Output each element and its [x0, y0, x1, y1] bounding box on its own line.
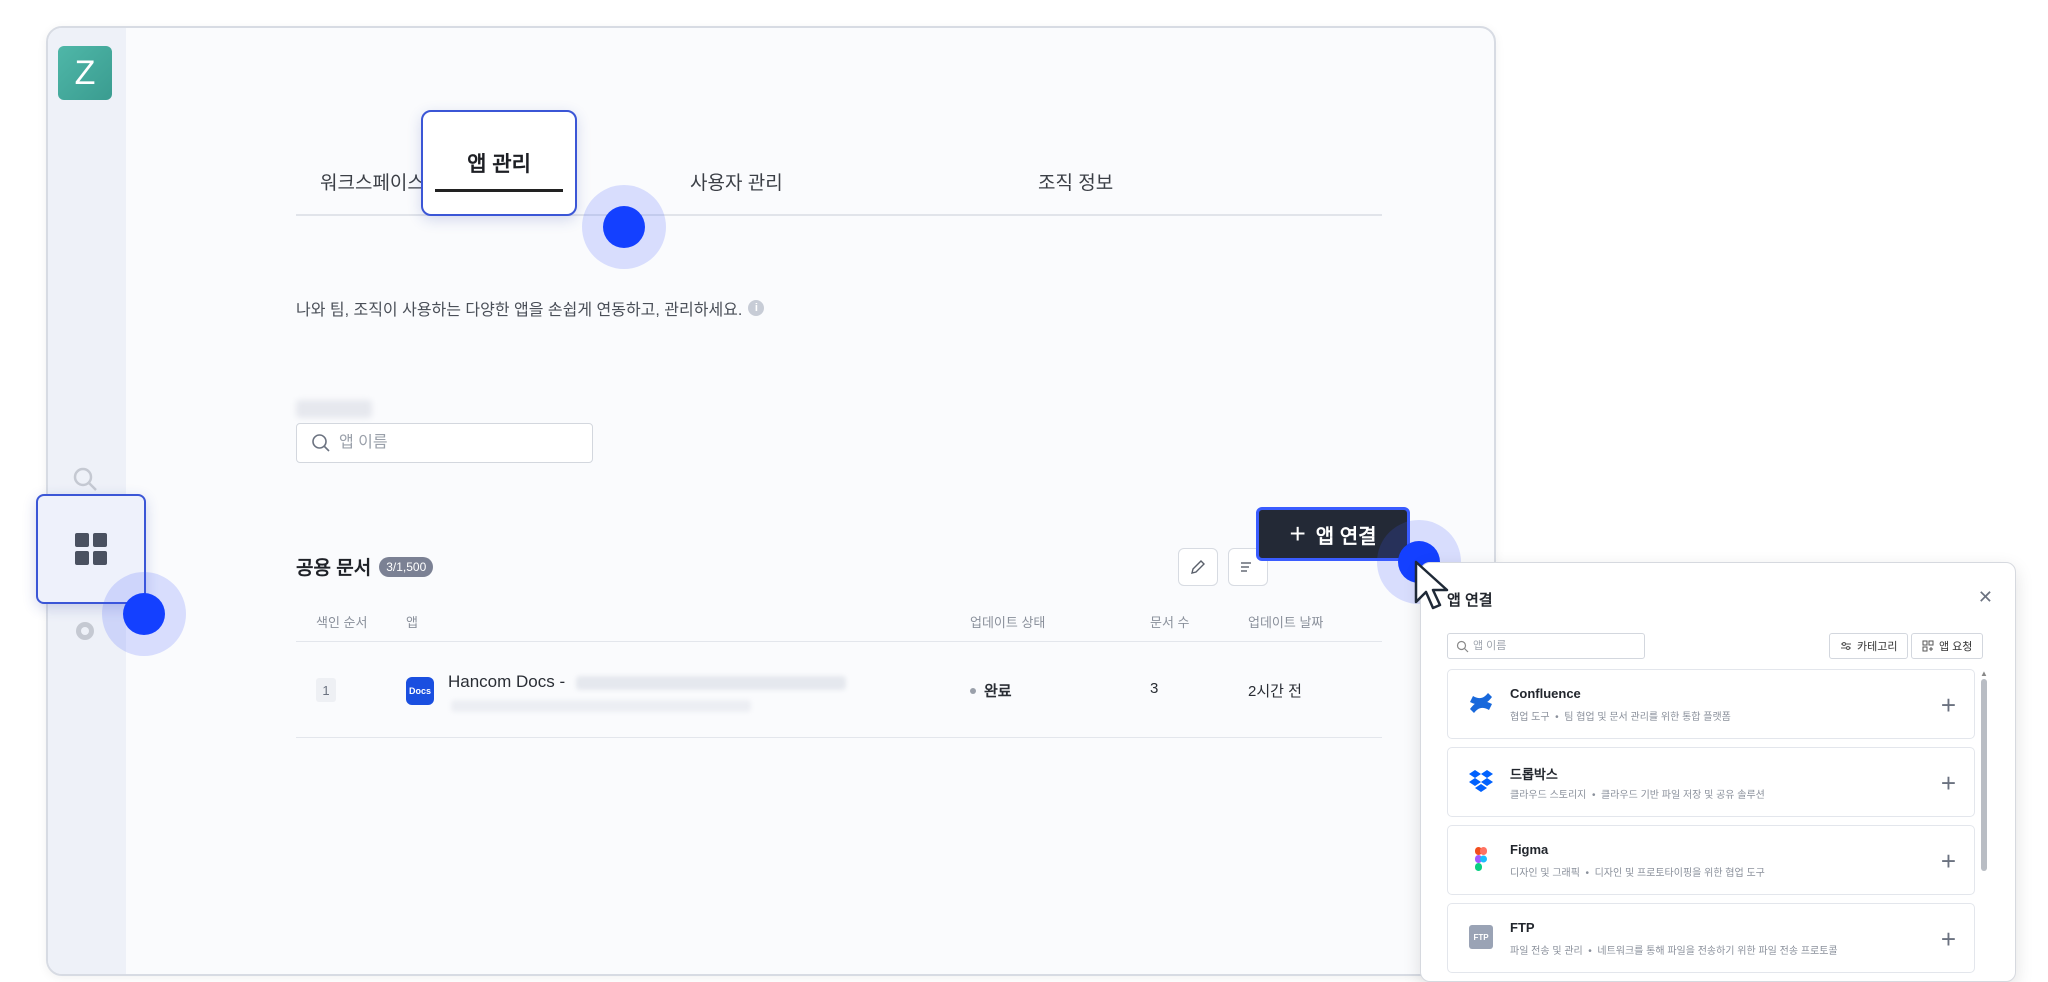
- edit-button[interactable]: [1178, 548, 1218, 586]
- app-name: Confluence: [1510, 686, 1581, 701]
- col-index[interactable]: 색인 순서: [316, 612, 367, 631]
- app-description: 클라우드 스토리지 • 클라우드 기반 파일 저장 및 공유 솔루션: [1510, 790, 1765, 801]
- panel-scrollbar[interactable]: [1981, 679, 1987, 871]
- row-index: 1: [316, 678, 336, 702]
- section-title: 공용 문서: [296, 558, 372, 579]
- redacted-email: [576, 676, 846, 690]
- apps-grid-icon: [75, 533, 107, 565]
- tab-app-management[interactable]: 앱 관리: [421, 110, 577, 216]
- grid-plus-icon: [1922, 640, 1934, 652]
- search-icon: [312, 434, 330, 452]
- app-name: FTP: [1510, 920, 1535, 935]
- row-doc-count: 3: [1150, 680, 1159, 697]
- redacted-subtext: [451, 700, 751, 712]
- search-icon: [1456, 640, 1469, 652]
- app-name: 드롭박스: [1510, 767, 1558, 782]
- col-status[interactable]: 업데이트 상태: [970, 612, 1045, 631]
- sliders-icon: [1841, 642, 1851, 650]
- table-row[interactable]: 1 Docs Hancom Docs - 완료 3 2시간 전: [296, 642, 1382, 738]
- panel-title: 앱 연결: [1447, 592, 1493, 609]
- search-icon[interactable]: [70, 464, 100, 494]
- tab-org-info[interactable]: 조직 정보: [1038, 168, 1113, 195]
- app-window: Z 워크스페이스 관리 사용자 관리 조직 정보 나와 팀, 조직이 사용하는 …: [46, 26, 1496, 976]
- app-card-dropbox[interactable]: 드롭박스 클라우드 스토리지 • 클라우드 기반 파일 저장 및 공유 솔루션 …: [1447, 747, 1975, 817]
- app-name: Figma: [1510, 842, 1549, 857]
- page-description: 나와 팀, 조직이 사용하는 다양한 앱을 손쉽게 연동하고, 관리하세요. i: [296, 296, 765, 320]
- click-marker: [582, 185, 666, 269]
- dropbox-icon: [1466, 766, 1496, 796]
- col-docs: 문서 수: [1150, 615, 1190, 630]
- request-app-label: 앱 요청: [1939, 641, 1973, 653]
- ftp-icon: FTP: [1466, 922, 1496, 952]
- app-card-figma[interactable]: Figma 디자인 및 그래픽 • 디자인 및 프로토타이핑을 위한 협업 도구…: [1447, 825, 1975, 895]
- status-text: 완료: [984, 683, 1012, 700]
- panel-search[interactable]: [1447, 633, 1645, 659]
- panel-search-input[interactable]: [1473, 640, 1633, 652]
- close-icon[interactable]: ✕: [1978, 587, 1993, 608]
- row-updated: 2시간 전: [1248, 683, 1302, 700]
- confluence-icon: [1466, 688, 1496, 718]
- table-header: 색인 순서 앱 업데이트 상태 문서 수 업데이트 날짜: [296, 606, 1382, 642]
- info-icon[interactable]: i: [748, 300, 765, 316]
- redacted-label: [296, 400, 372, 418]
- request-app-button[interactable]: 앱 요청: [1911, 633, 1984, 659]
- tab-app-management-label: 앱 관리: [467, 153, 531, 176]
- connect-app-label: 앱 연결: [1315, 525, 1377, 548]
- row-app-name[interactable]: Hancom Docs -: [448, 672, 565, 692]
- count-badge: 3/1,500: [379, 556, 434, 577]
- description-text: 나와 팀, 조직이 사용하는 다양한 앱을 손쉽게 연동하고, 관리하세요.: [296, 302, 743, 319]
- app-description: 협업 도구 • 팀 협업 및 문서 관리를 위한 통합 플랫폼: [1510, 712, 1731, 723]
- connect-app-panel: 앱 연결 ✕ 카테고리 앱 요청 Confluence 협업 도구 • 팀 협업…: [1420, 562, 2016, 982]
- col-updated: 업데이트 날짜: [1248, 615, 1324, 630]
- list-filter-icon: [1241, 562, 1251, 572]
- add-icon[interactable]: +: [1941, 768, 1956, 799]
- apps-table: 색인 순서 앱 업데이트 상태 문서 수 업데이트 날짜 1 Docs Hanc…: [296, 606, 1382, 738]
- click-marker: [102, 572, 186, 656]
- app-card-confluence[interactable]: Confluence 협업 도구 • 팀 협업 및 문서 관리를 위한 통합 플…: [1447, 669, 1975, 739]
- add-icon[interactable]: +: [1941, 924, 1956, 955]
- app-description: 디자인 및 그래픽 • 디자인 및 프로토타이핑을 위한 협업 도구: [1510, 868, 1765, 879]
- gear-icon[interactable]: [70, 616, 100, 646]
- figma-icon: [1466, 844, 1496, 874]
- plus-icon: +: [1289, 518, 1306, 549]
- row-status: 완료: [970, 680, 1012, 701]
- mouse-cursor-icon: [1414, 560, 1449, 610]
- category-button[interactable]: 카테고리: [1829, 633, 1909, 659]
- category-label: 카테고리: [1857, 641, 1898, 653]
- scroll-up-icon[interactable]: ▲: [1980, 669, 1988, 678]
- workspace-logo[interactable]: Z: [58, 46, 112, 100]
- status-dot-icon: [970, 687, 976, 694]
- app-description: 파일 전송 및 관리 • 네트워크를 통해 파일을 전송하기 위한 파일 전송 …: [1510, 946, 1838, 957]
- section-header: 공용 문서 3/1,500: [296, 553, 434, 580]
- search-input[interactable]: [339, 434, 559, 452]
- pencil-icon: [1191, 560, 1205, 574]
- add-icon[interactable]: +: [1941, 846, 1956, 877]
- app-search[interactable]: [296, 423, 593, 463]
- col-app[interactable]: 앱: [406, 612, 418, 631]
- tab-users[interactable]: 사용자 관리: [690, 168, 783, 195]
- add-icon[interactable]: +: [1941, 690, 1956, 721]
- hancom-docs-icon: Docs: [406, 677, 434, 705]
